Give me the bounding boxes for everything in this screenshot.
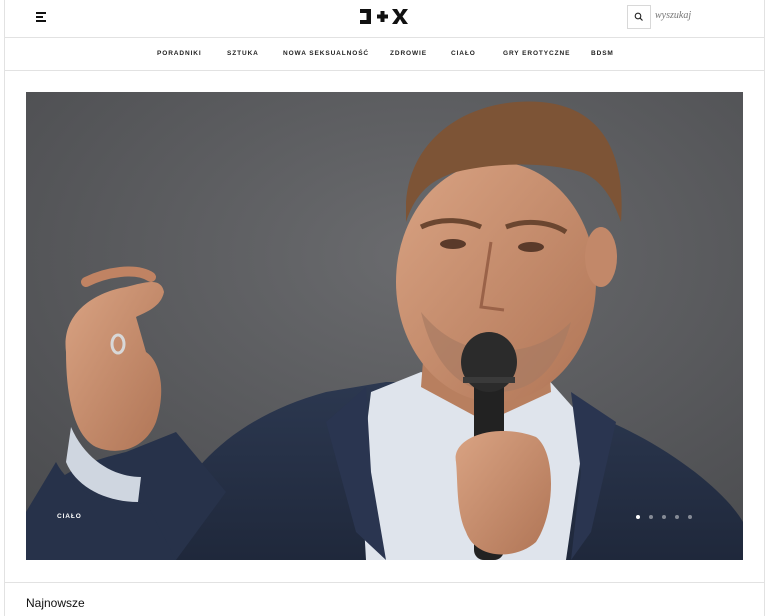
- frame-border-left: [4, 0, 5, 616]
- hamburger-menu-icon[interactable]: [36, 11, 50, 23]
- section-title-latest: Najnowsze: [26, 596, 85, 610]
- nav-item-bdsm[interactable]: BDSM: [591, 50, 614, 57]
- page: wyszukaj PORADNIKI SZTUKA NOWA SEKSUALNO…: [0, 0, 768, 616]
- carousel-dot[interactable]: [649, 515, 653, 519]
- hero-photo: [26, 92, 743, 560]
- section-divider: [5, 582, 764, 583]
- hero-slider[interactable]: CIAŁO: [26, 92, 743, 560]
- nav-item-poradniki[interactable]: PORADNIKI: [157, 50, 202, 57]
- nav-item-cialo[interactable]: CIAŁO: [451, 50, 476, 57]
- search-icon: [634, 12, 643, 21]
- search-icon-button[interactable]: [627, 5, 651, 29]
- nav-item-sztuka[interactable]: SZTUKA: [227, 50, 259, 57]
- site-logo[interactable]: [359, 8, 409, 25]
- category-nav: PORADNIKI SZTUKA NOWA SEKSUALNOŚĆ ZDROWI…: [5, 38, 764, 71]
- carousel-dot[interactable]: [662, 515, 666, 519]
- site-header: wyszukaj: [5, 0, 764, 38]
- hero-category-tag[interactable]: CIAŁO: [57, 513, 82, 520]
- carousel-dot[interactable]: [688, 515, 692, 519]
- nav-item-zdrowie[interactable]: ZDROWIE: [390, 50, 427, 57]
- carousel-dot[interactable]: [675, 515, 679, 519]
- frame-border-right: [764, 0, 765, 616]
- nav-item-nowa-seksualnosc[interactable]: NOWA SEKSUALNOŚĆ: [283, 50, 369, 57]
- carousel-dot[interactable]: [636, 515, 640, 519]
- nav-item-gry-erotyczne[interactable]: GRY EROTYCZNE: [503, 50, 570, 57]
- search-input[interactable]: wyszukaj: [655, 10, 691, 21]
